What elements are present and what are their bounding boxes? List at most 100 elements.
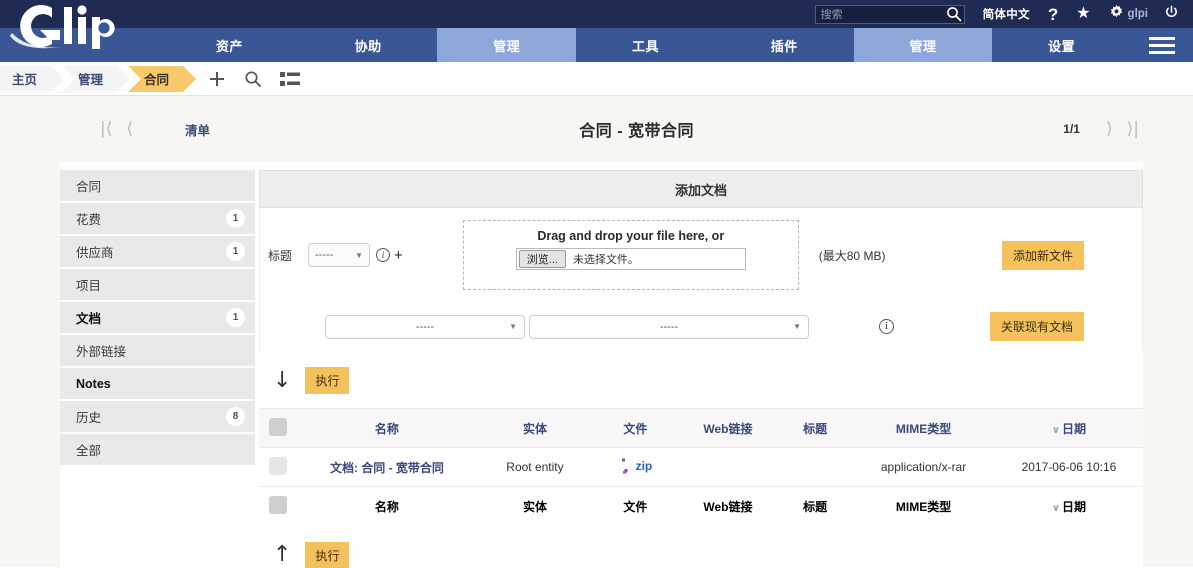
sidebar-item-notes[interactable]: Notes	[60, 368, 255, 401]
record-counter: 1/1	[1063, 122, 1080, 136]
sidebar-item-contract[interactable]: 合同	[60, 170, 255, 203]
footer-header-date[interactable]: ∨ 日期	[995, 487, 1143, 526]
nav-item-management[interactable]: 管理	[437, 28, 577, 62]
file-dropzone[interactable]: Drag and drop your file here, or 浏览... 未…	[462, 220, 799, 290]
breadcrumb-item-home[interactable]: 主页	[0, 65, 65, 92]
last-record-icon[interactable]: ⟩|	[1127, 119, 1139, 139]
column-header-date-label: 日期	[1062, 421, 1087, 436]
search-input[interactable]	[814, 5, 965, 24]
existing-document-select-b[interactable]: ----- ▼	[529, 314, 809, 339]
cell-file: zip	[593, 447, 678, 487]
row-checkbox[interactable]	[269, 456, 288, 475]
sidebar-item-suppliers[interactable]: 供应商 1	[60, 236, 255, 269]
select-a-value: -----	[415, 320, 435, 333]
footer-header-file[interactable]: 文件	[593, 487, 678, 526]
sidebar-item-badge: 1	[226, 242, 245, 261]
global-search	[814, 5, 965, 24]
add-icon[interactable]	[208, 70, 226, 88]
existing-document-select-a[interactable]: ----- ▼	[325, 314, 525, 339]
sidebar-item-projects[interactable]: 项目	[60, 269, 255, 302]
document-link[interactable]: 文档: 合同 - 宽带合同	[330, 461, 444, 475]
no-file-label: 未选择文件。	[572, 254, 639, 266]
footer-header-name[interactable]: 名称	[297, 487, 477, 526]
zip-file[interactable]: zip	[619, 458, 653, 474]
select-b-value: -----	[659, 320, 679, 333]
select-all-checkbox[interactable]	[269, 417, 288, 436]
arrow-up-icon[interactable]: ↑	[273, 544, 291, 566]
sidebar-item-all[interactable]: 全部	[60, 434, 255, 467]
search-icon[interactable]	[946, 6, 962, 22]
column-header-file[interactable]: 文件	[593, 408, 678, 448]
footer-header-mime[interactable]: MIME类型	[852, 487, 995, 526]
select-all-header	[259, 408, 298, 448]
nav-item-assistance[interactable]: 协助	[299, 28, 438, 62]
next-record-icon[interactable]: ⟩	[1106, 119, 1113, 139]
sidebar-item-documents[interactable]: 文档 1	[60, 302, 255, 335]
sort-desc-icon: ∨	[1051, 424, 1061, 436]
username-label: glpi	[1127, 8, 1148, 20]
footer-header-weblink[interactable]: Web链接	[678, 487, 778, 526]
chevron-down-icon: ▼	[793, 322, 801, 331]
max-size-label: (最大80 MB)	[818, 248, 886, 263]
nav-item-configuration[interactable]: 设置	[992, 28, 1131, 62]
chevron-down-icon: ▼	[355, 250, 363, 260]
browse-button[interactable]: 浏览...	[518, 250, 566, 268]
previous-record-icon[interactable]: ⟨	[126, 119, 133, 139]
sidebar-item-external-links[interactable]: 外部链接	[60, 335, 255, 368]
column-header-entity[interactable]: 实体	[476, 408, 594, 448]
footer-header-entity[interactable]: 实体	[477, 487, 593, 526]
sidebar-item-label: 合同	[76, 180, 102, 194]
main-navigation: 资产 协助 管理 工具 插件 管理 设置	[0, 28, 1193, 62]
breadcrumb-item-management[interactable]: 管理	[62, 65, 131, 92]
sort-desc-icon-footer: ∨	[1051, 502, 1061, 514]
archive-icon	[619, 458, 633, 474]
list-icon[interactable]	[280, 71, 301, 87]
breadcrumb-item-contract[interactable]: 合同	[128, 65, 197, 92]
hamburger-menu-icon[interactable]	[1131, 28, 1193, 62]
footer-header-title[interactable]: 标题	[778, 487, 852, 526]
sidebar-item-history[interactable]: 历史 8	[60, 401, 255, 434]
nav-item-plugins[interactable]: 插件	[715, 28, 854, 62]
sidebar-item-label: 花费	[76, 213, 102, 227]
heading-select[interactable]: ----- ▼	[308, 243, 370, 267]
language-selector[interactable]: 简体中文	[983, 6, 1030, 22]
nav-item-administration[interactable]: 管理	[853, 28, 993, 62]
column-header-title[interactable]: 标题	[778, 408, 853, 448]
add-new-file-button[interactable]: 添加新文件	[1001, 240, 1084, 270]
list-link[interactable]: 清单	[185, 120, 210, 139]
arrow-down-icon[interactable]: ↓	[273, 369, 291, 392]
cell-title	[778, 447, 853, 487]
info-icon[interactable]: i	[879, 319, 894, 334]
info-icon[interactable]: i	[376, 248, 390, 262]
user-settings[interactable]: glpi	[1109, 4, 1148, 24]
table-footer: 名称 实体 文件 Web链接 标题 MIME类型 ∨ 日期	[259, 487, 1143, 526]
file-name[interactable]: zip	[636, 459, 653, 473]
table-row[interactable]: 文档: 合同 - 宽带合同 Root entity zip applicatio…	[259, 447, 1143, 487]
file-input[interactable]: 浏览... 未选择文件。	[515, 248, 746, 270]
table-body: 文档: 合同 - 宽带合同 Root entity zip applicatio…	[259, 447, 1143, 487]
nav-item-tools[interactable]: 工具	[576, 28, 715, 62]
sidebar-item-costs[interactable]: 花费 1	[60, 203, 255, 236]
column-header-name[interactable]: 名称	[297, 408, 477, 448]
column-header-date[interactable]: ∨ 日期	[994, 408, 1143, 448]
execute-bottom-button[interactable]: 执行	[305, 541, 350, 568]
nav-item-assets[interactable]: 资产	[160, 28, 299, 62]
cell-date: 2017-06-06 10:16	[994, 447, 1143, 487]
link-existing-document-button[interactable]: 关联现有文档	[989, 312, 1084, 341]
glpi-logo[interactable]	[0, 0, 160, 62]
sidebar-item-label: 外部链接	[76, 345, 127, 359]
help-icon[interactable]: ?	[1048, 6, 1058, 23]
column-header-weblink[interactable]: Web链接	[677, 408, 779, 448]
select-all-checkbox-footer[interactable]	[269, 495, 288, 514]
star-icon[interactable]: ★	[1076, 6, 1090, 22]
row-select-cell	[259, 447, 298, 487]
heading-select-value: -----	[315, 249, 334, 261]
sidebar-item-label: 全部	[76, 444, 102, 458]
sidebar-item-badge: 1	[226, 308, 245, 327]
column-header-mime[interactable]: MIME类型	[852, 408, 995, 448]
power-icon[interactable]	[1164, 5, 1179, 24]
first-record-icon[interactable]: |⟨	[100, 119, 112, 139]
add-heading-icon[interactable]: +	[394, 248, 403, 263]
execute-top-button[interactable]: 执行	[305, 367, 350, 394]
search-icon[interactable]	[244, 70, 262, 88]
